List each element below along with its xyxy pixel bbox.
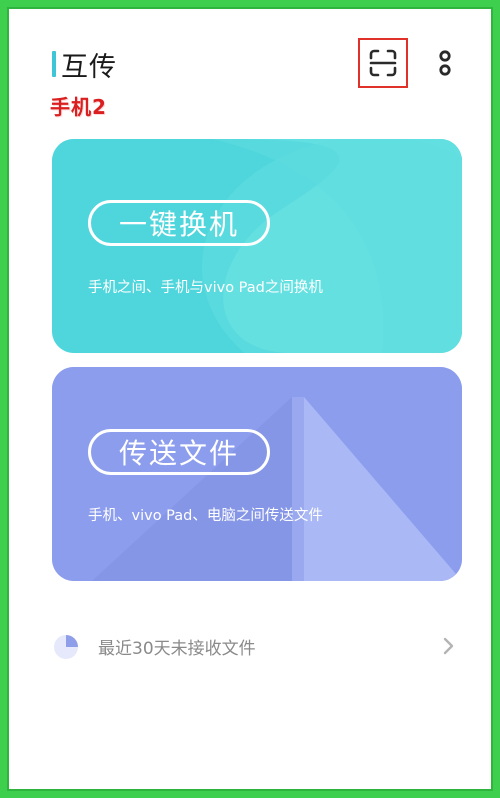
scan-icon bbox=[369, 49, 397, 77]
send-file-description: 手机、vivo Pad、电脑之间传送文件 bbox=[88, 508, 323, 524]
switch-phone-description: 手机之间、手机与vivo Pad之间换机 bbox=[88, 280, 323, 296]
scan-button[interactable] bbox=[358, 38, 408, 88]
recent-files-label: 最近30天未接收文件 bbox=[98, 639, 256, 659]
title-accent-bar bbox=[52, 51, 56, 77]
switch-phone-card[interactable]: 一键换机 手机之间、手机与vivo Pad之间换机 bbox=[52, 139, 462, 353]
more-menu-button[interactable] bbox=[435, 45, 455, 81]
recent-unreceived-files-row[interactable]: 最近30天未接收文件 bbox=[52, 629, 462, 663]
send-file-title: 传送文件 bbox=[88, 429, 270, 475]
screenshot-frame: 互传 手机2 一键换机 手机之间、手机与vivo Pad之间换机 传送文件 手机… bbox=[0, 0, 500, 798]
more-vertical-icon bbox=[439, 50, 451, 76]
switch-phone-title: 一键换机 bbox=[88, 200, 270, 246]
send-file-card[interactable]: 传送文件 手机、vivo Pad、电脑之间传送文件 bbox=[52, 367, 462, 581]
device-label: 手机2 bbox=[50, 95, 107, 119]
pie-clock-icon bbox=[54, 635, 78, 659]
page-title: 互传 bbox=[61, 52, 117, 83]
chevron-right-icon bbox=[443, 637, 454, 655]
card-decoration bbox=[52, 139, 462, 353]
